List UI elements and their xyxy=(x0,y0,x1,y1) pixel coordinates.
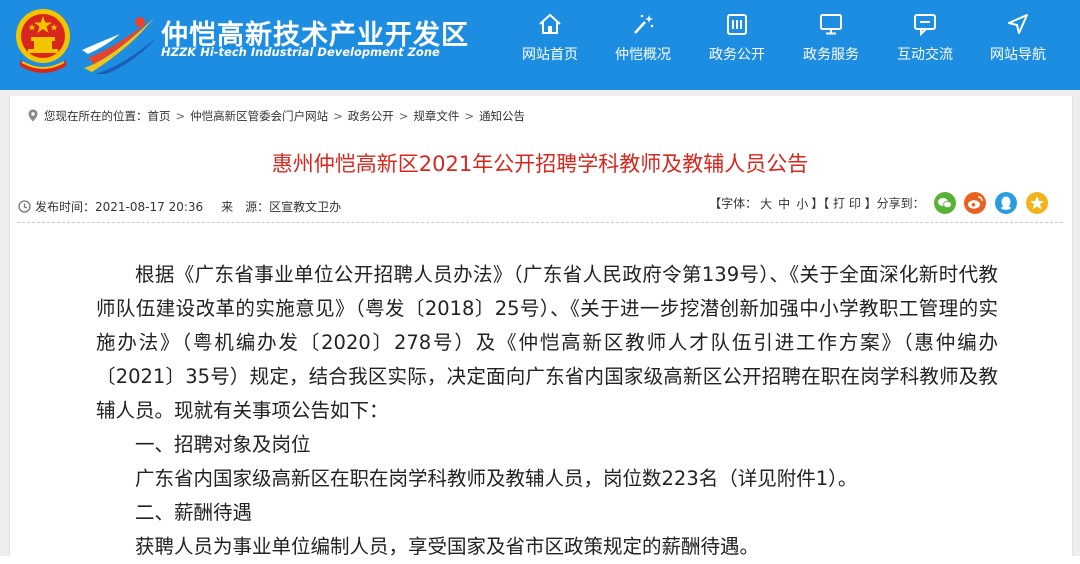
nav-home[interactable]: 网站首页 xyxy=(504,0,596,90)
breadcrumb-prefix: 您现在所在的位置： xyxy=(44,109,148,123)
breadcrumb-gov-affairs[interactable]: 政务公开 xyxy=(348,109,394,123)
wand-sparkle-icon xyxy=(634,14,654,34)
source-value: 区宣教文卫办 xyxy=(269,200,342,214)
font-size-label: 【字体： xyxy=(709,196,758,211)
share-label: 分享到： xyxy=(876,196,925,211)
site-header: 仲恺高新技术产业开发区 HZZK Hi-tech Industrial Deve… xyxy=(0,0,1080,90)
weibo-icon[interactable] xyxy=(964,192,987,214)
breadcrumb-notices[interactable]: 通知公告 xyxy=(479,109,525,123)
article-paragraph: 获聘人员为事业单位编制人员，享受国家及省市区政策规定的薪酬待遇。 xyxy=(135,535,760,558)
section-heading: 一、招聘对象及岗位 xyxy=(135,433,311,456)
home-icon xyxy=(539,13,561,34)
nav-gov-services[interactable]: 政务服务 xyxy=(785,0,877,90)
nav-site-navigation[interactable]: 网站导航 xyxy=(972,0,1064,90)
zone-logo-icon xyxy=(82,17,156,74)
article-tools: 【字体：大中小】【 打 印 】分享到： xyxy=(709,192,1048,214)
publish-label: 发布时间： xyxy=(35,200,96,214)
nav-gov-affairs-public-label: 政务公开 xyxy=(709,47,765,63)
article-paragraph: 广东省内国家级高新区在职在岗学科教师及教辅人员，岗位数223名（详见附件1）。 xyxy=(135,467,858,490)
breadcrumb-separator: > xyxy=(398,109,409,123)
nav-interaction[interactable]: 互动交流 xyxy=(879,0,971,90)
print-button[interactable]: 【 打 印 】 xyxy=(823,197,876,211)
chat-bubble-icon xyxy=(914,14,936,36)
font-size-medium[interactable]: 中 xyxy=(778,197,790,211)
nav-site-navigation-label: 网站导航 xyxy=(990,47,1046,63)
nav-home-label: 网站首页 xyxy=(522,47,578,63)
nav-overview-label: 仲恺概况 xyxy=(615,47,671,63)
font-size-small[interactable]: 小 xyxy=(796,197,808,211)
breadcrumb-home[interactable]: 首页 xyxy=(148,109,171,123)
site-subtitle: HZZK Hi-tech Industrial Development Zone xyxy=(161,45,440,59)
breadcrumb-portal[interactable]: 仲恺高新区管委会门户网站 xyxy=(190,109,328,123)
location-pin-icon xyxy=(28,109,38,122)
font-size-large[interactable]: 大 xyxy=(760,197,772,211)
breadcrumb-separator: > xyxy=(464,109,475,123)
monitor-icon xyxy=(820,14,842,35)
article-body: 根据《广东省事业单位公开招聘人员办法》（广东省人民政府令第139号）、《关于全面… xyxy=(96,258,998,564)
nav-gov-services-label: 政务服务 xyxy=(803,47,859,63)
meta-divider xyxy=(17,222,1063,223)
publish-info: 发布时间：2021-08-17 20:36 来 源：区宣教文卫办 xyxy=(18,198,341,215)
nav-gov-affairs-public[interactable]: 政务公开 xyxy=(691,0,783,90)
breadcrumb-separator: > xyxy=(333,109,343,123)
article-paragraph: 根据《广东省事业单位公开招聘人员办法》（广东省人民政府令第139号）、《关于全面… xyxy=(96,263,998,422)
font-size-close: 】 xyxy=(811,196,824,211)
navigation-arrow-icon xyxy=(1008,14,1028,34)
breadcrumb-separator: > xyxy=(175,109,186,123)
qq-icon[interactable] xyxy=(995,192,1018,214)
breadcrumb-regulations[interactable]: 规章文件 xyxy=(413,109,459,123)
wechat-icon[interactable] xyxy=(933,192,956,214)
nav-interaction-label: 互动交流 xyxy=(897,47,953,63)
national-emblem-icon xyxy=(16,9,70,73)
section-heading: 二、薪酬待遇 xyxy=(135,501,253,524)
article-meta: 发布时间：2021-08-17 20:36 来 源：区宣教文卫办 【字体：大中小】… xyxy=(18,190,1048,220)
breadcrumb: 您现在所在的位置：首页 > 仲恺高新区管委会门户网站 > 政务公开 > 规章文件 > 通知公告 xyxy=(28,108,525,124)
article-title: 惠州仲恺高新区2021年公开招聘学科教师及教辅人员公告 xyxy=(271,152,809,176)
nav-overview[interactable]: 仲恺概况 xyxy=(597,0,689,90)
qzone-icon[interactable] xyxy=(1026,192,1048,214)
source-label: 来 源： xyxy=(221,200,270,214)
publish-time: 2021-08-17 20:36 xyxy=(95,200,204,214)
calendar-grid-icon xyxy=(727,14,747,35)
clock-icon xyxy=(18,200,31,213)
